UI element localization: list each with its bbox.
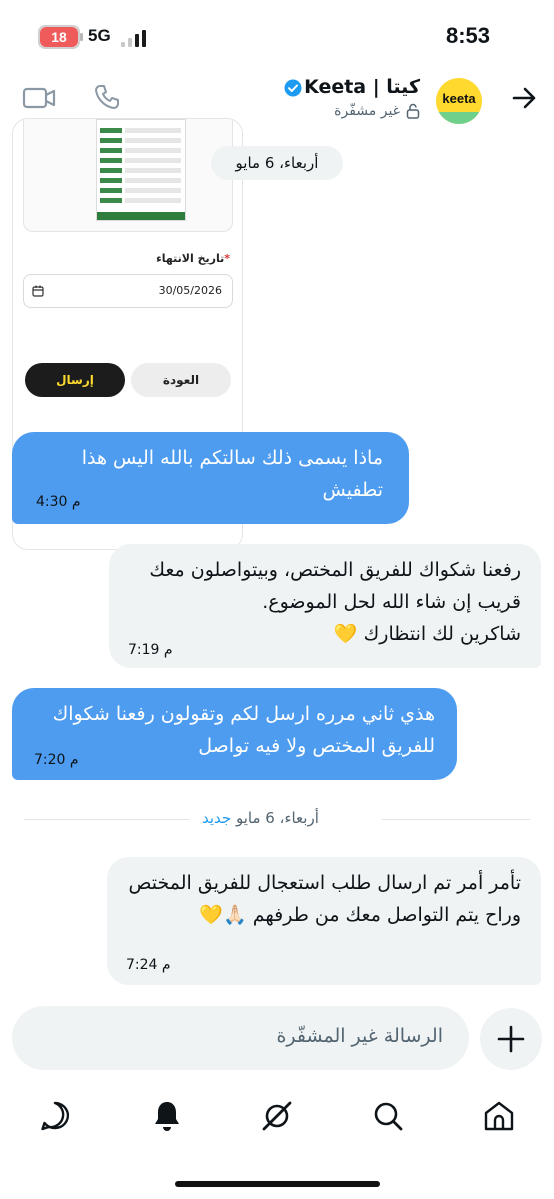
message-bubble-outgoing[interactable]: هذي ثاني مرره ارسل لكم وتقولون رفعنا شكو…: [12, 688, 457, 780]
network-type: 5G: [88, 26, 111, 45]
unlocked-icon: [406, 103, 420, 119]
message-time: 4:30 م: [36, 494, 81, 510]
avatar-logo-stripe: [436, 112, 482, 124]
message-text: ماذا يسمى ذلك سالتكم بالله اليس هذا تطفي…: [81, 447, 383, 501]
message-composer: الرسالة غير المشفّرة: [0, 1006, 554, 1070]
certificate-preview-frame: [23, 119, 233, 232]
notifications-icon[interactable]: [149, 1098, 185, 1134]
certificate-image[interactable]: [96, 119, 186, 221]
end-date-field[interactable]: 30/05/2026: [23, 274, 233, 308]
divider-label: أربعاء، 6 مايو جديد: [202, 809, 319, 827]
search-icon[interactable]: [370, 1098, 406, 1134]
message-input[interactable]: الرسالة غير المشفّرة: [12, 1006, 469, 1070]
plus-icon: [497, 1025, 525, 1053]
back-arrow-icon[interactable]: [510, 84, 538, 112]
new-messages-divider: أربعاء، 6 مايو جديد: [24, 809, 530, 831]
bottom-navigation: [0, 1088, 554, 1144]
message-time: 7:24 م: [126, 957, 171, 973]
messages-icon[interactable]: [37, 1098, 73, 1134]
form-back-button[interactable]: العودة: [131, 363, 231, 397]
required-mark: *: [224, 252, 230, 265]
date-separator-pill: أربعاء، 6 مايو: [211, 146, 343, 180]
avatar-logo-text: keeta: [442, 91, 476, 106]
home-indicator: [175, 1181, 380, 1187]
chat-thread[interactable]: تاريخ الانتهاء* 30/05/2026 إرسال العودة …: [0, 118, 554, 998]
message-time: 7:19 م: [128, 642, 173, 658]
signal-icon: [121, 29, 151, 47]
message-text: تأمر أمر تم ارسال طلب استعجال للفريق الم…: [128, 872, 521, 926]
grok-icon[interactable]: [259, 1098, 295, 1134]
end-date-value: 30/05/2026: [158, 284, 222, 297]
message-bubble-outgoing[interactable]: ماذا يسمى ذلك سالتكم بالله اليس هذا تطفي…: [12, 432, 409, 524]
add-attachment-button[interactable]: [480, 1008, 542, 1070]
message-text: هذي ثاني مرره ارسل لكم وتقولون رفعنا شكو…: [52, 703, 435, 757]
form-send-button[interactable]: إرسال: [25, 363, 125, 397]
divider-date: أربعاء، 6 مايو: [235, 809, 319, 827]
clock: 8:53: [445, 23, 490, 48]
end-date-label-text: تاريخ الانتهاء: [156, 252, 225, 265]
battery-indicator: 18: [40, 27, 83, 47]
end-date-label: تاريخ الانتهاء*: [156, 252, 230, 265]
encryption-status: غير مشفّرة: [334, 103, 420, 119]
contact-name[interactable]: Keeta | كيتا: [304, 76, 420, 98]
new-label: جديد: [202, 809, 232, 827]
avatar[interactable]: keeta: [436, 78, 482, 124]
phone-icon[interactable]: [92, 82, 122, 112]
message-time: 7:20 م: [34, 752, 79, 768]
video-call-icon[interactable]: [22, 84, 56, 112]
verified-badge-icon: [284, 79, 302, 97]
divider-line: [24, 819, 190, 820]
calendar-icon: [32, 285, 44, 297]
encryption-status-text: غير مشفّرة: [334, 103, 400, 119]
message-bubble-incoming[interactable]: رفعنا شكواك للفريق المختص، وبيتواصلون مع…: [109, 544, 541, 668]
message-input-placeholder: الرسالة غير المشفّرة: [276, 1025, 443, 1047]
message-bubble-incoming[interactable]: تأمر أمر تم ارسال طلب استعجال للفريق الم…: [107, 857, 541, 985]
divider-line: [382, 819, 530, 820]
status-bar: 18 5G 8:53: [0, 0, 554, 70]
message-text: رفعنا شكواك للفريق المختص، وبيتواصلون مع…: [149, 559, 521, 645]
home-icon[interactable]: [481, 1098, 517, 1134]
